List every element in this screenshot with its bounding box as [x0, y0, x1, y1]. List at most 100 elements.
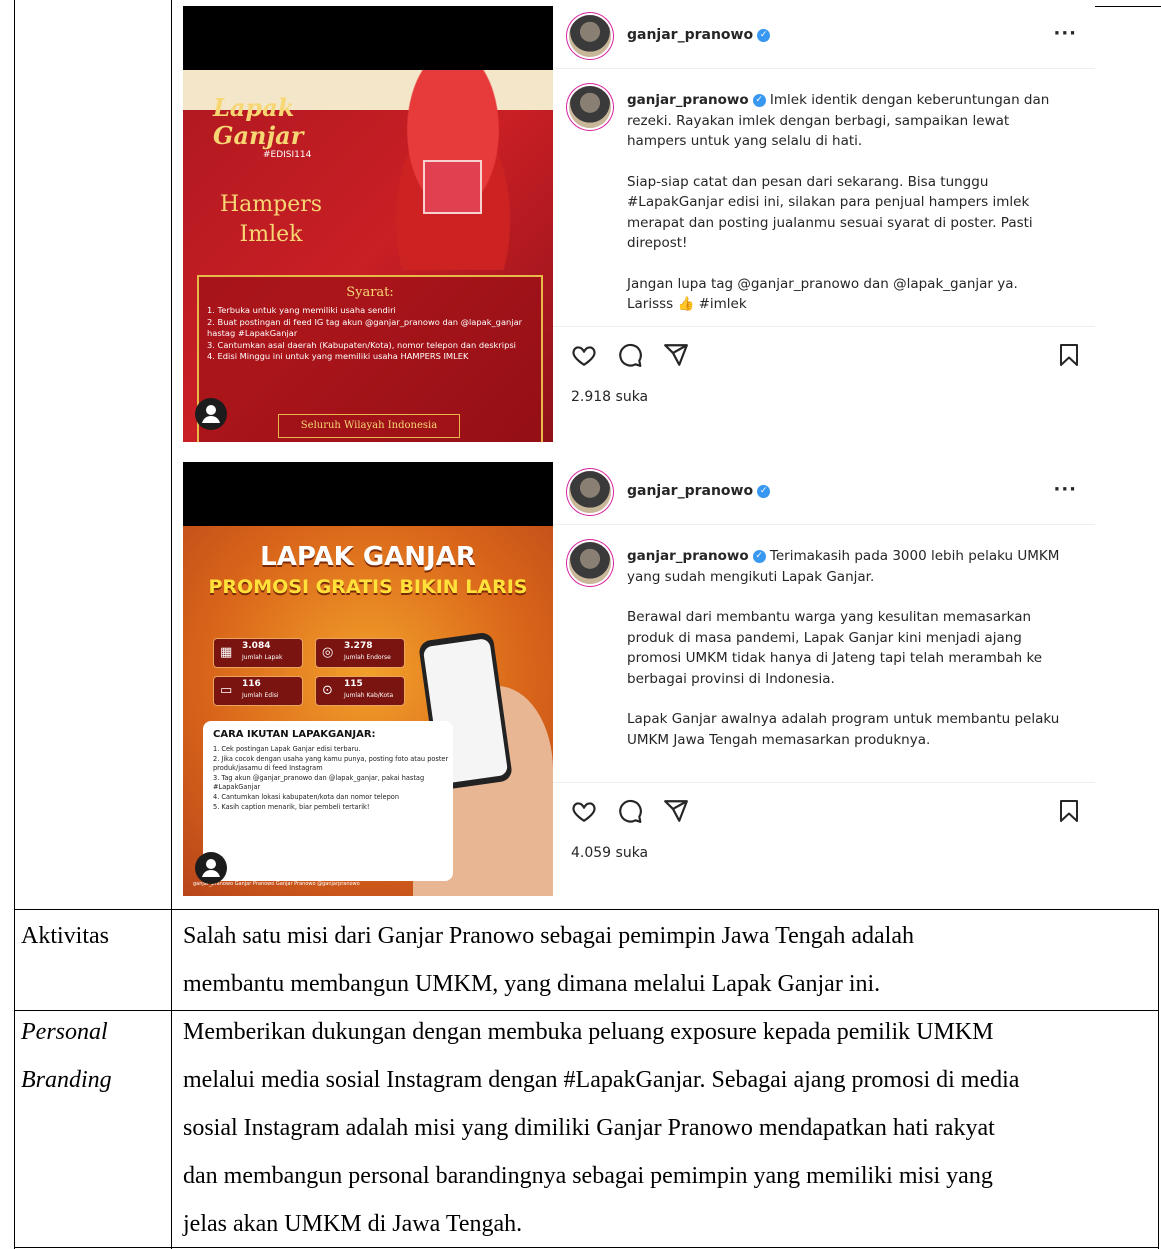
label-line: Personal — [21, 1019, 108, 1045]
likes-count[interactable]: 4.059 suka — [571, 845, 648, 861]
location-pin-icon: ⊙ — [322, 683, 333, 698]
tagged-user-icon[interactable] — [195, 398, 227, 430]
more-options-icon[interactable]: ··· — [1053, 479, 1077, 500]
poster-edition: #EDISI114 — [263, 150, 312, 160]
post-username[interactable]: ganjar_pranowo ✓ — [627, 483, 771, 499]
text-line: jelas akan UMKM di Jawa Tengah. — [183, 1211, 523, 1237]
share-icon[interactable] — [663, 798, 689, 824]
caption-paragraph: ganjar_pranowo ✓ Imlek identik dengan keb… — [627, 90, 1067, 152]
heart-icon[interactable] — [571, 342, 597, 368]
caption-paragraph: Jangan lupa tag @ganjar_pranowo dan @lap… — [627, 275, 1018, 313]
text-line: Memberikan dukungan dengan membuka pelua… — [183, 1019, 994, 1045]
cara-item: 5. Kasih caption menarik, biar pembeli t… — [213, 802, 370, 811]
cara-item: 3. Tag akun @ganjar_pranowo dan @lapak_g… — [213, 773, 425, 792]
instagram-post-2: LAPAK GANJAR PROMOSI GRATIS BIKIN LARIS … — [183, 462, 1095, 898]
post-username[interactable]: ganjar_pranowo ✓ — [627, 27, 771, 43]
action-divider — [553, 326, 1095, 327]
text-line: membantu membangun UMKM, yang dimana mel… — [183, 971, 881, 997]
poster-subtitle: PROMOSI GRATIS BIKIN LARIS — [208, 576, 528, 598]
username-text: ganjar_pranowo — [627, 27, 754, 43]
avatar[interactable] — [569, 15, 611, 57]
poster-heading: Hampers Imlek — [219, 192, 323, 247]
tagged-user-icon[interactable] — [195, 852, 227, 884]
cara-item: 4. Cantumkan lokasi kabupaten/kota dan n… — [213, 792, 400, 801]
syarat-list: 1. Terbuka untuk yang memiliki usaha sen… — [207, 305, 537, 363]
table-left-border — [14, 0, 15, 1249]
table-column-divider — [171, 0, 172, 1249]
caption-paragraph: Lapak Ganjar awalnya adalah program untu… — [627, 711, 1060, 748]
post-header: ganjar_pranowo ✓ ··· — [553, 462, 1095, 525]
caption-avatar[interactable] — [569, 542, 611, 584]
caption-username[interactable]: ganjar_pranowo — [627, 92, 749, 108]
stat-card: ▦ 3.084 Jumlah Lapak — [213, 638, 303, 668]
syarat-item: 2. Buat postingan di feed IG tag akun @g… — [207, 316, 523, 339]
action-divider — [553, 782, 1095, 783]
poster-title: LAPAK GANJAR — [260, 542, 476, 572]
avatar[interactable] — [569, 471, 611, 513]
caption-username[interactable]: ganjar_pranowo — [627, 548, 749, 564]
cara-item: 2. Jika cocok dengan usaha yang kamu pun… — [213, 754, 449, 773]
poster-title: Lapak Ganjar — [213, 93, 304, 150]
likes-count[interactable]: 2.918 suka — [571, 389, 648, 405]
gift-box-icon — [423, 160, 482, 214]
text-line: sosial Instagram adalah misi yang dimili… — [183, 1115, 995, 1141]
syarat-title: Syarat: — [346, 285, 394, 300]
stat-label: Jumlah Lapak — [242, 654, 283, 661]
row-content-aktivitas: Salah satu misi dari Ganjar Pranowo seba… — [183, 912, 1153, 1008]
instagram-post-1: Lapak Ganjar #EDISI114 Hampers Imlek Sya… — [183, 6, 1095, 442]
stat-label: Jumlah Edisi — [242, 692, 279, 699]
post-image: LAPAK GANJAR PROMOSI GRATIS BIKIN LARIS … — [183, 462, 553, 898]
caption-paragraph: Siap-siap catat dan pesan dari sekarang.… — [627, 173, 1033, 252]
caption-paragraph: ganjar_pranowo ✓ Terimakasih pada 3000 le… — [627, 546, 1067, 587]
redaction-bar — [183, 462, 553, 526]
text-line: melalui media sosial Instagram dengan #L… — [183, 1067, 1020, 1093]
heart-icon[interactable] — [571, 798, 597, 824]
comment-icon[interactable] — [617, 798, 643, 824]
poster-footer: Seluruh Wilayah Indonesia — [278, 414, 460, 438]
stat-value: 116 — [242, 679, 261, 689]
syarat-item: 3. Cantumkan asal daerah (Kabupaten/Kota… — [207, 339, 516, 350]
stat-label: Jumlah Kab/Kota — [344, 692, 394, 699]
stat-label: Jumlah Endorse — [344, 654, 391, 661]
row-divider-1 — [14, 909, 1159, 910]
bookmark-icon[interactable] — [1057, 798, 1081, 824]
verified-badge-icon: ✓ — [757, 28, 771, 42]
instagram-icon: ◎ — [322, 645, 334, 660]
caption-avatar[interactable] — [569, 86, 611, 128]
verified-badge-icon: ✓ — [752, 549, 766, 563]
syarat-item: 1. Terbuka untuk yang memiliki usaha sen… — [207, 305, 396, 315]
row-content-personal-branding: Memberikan dukungan dengan membuka pelua… — [183, 1008, 1153, 1248]
table-top-border — [1095, 6, 1161, 7]
bookmark-icon[interactable] — [1057, 342, 1081, 368]
verified-badge-icon: ✓ — [752, 93, 766, 107]
post-side-panel: ganjar_pranowo ✓ ··· ganjar_pranowo ✓ Imle… — [553, 6, 1095, 442]
verified-badge-icon: ✓ — [757, 484, 771, 498]
stat-card: ◎ 3.278 Jumlah Endorse — [315, 638, 405, 668]
post-image: Lapak Ganjar #EDISI114 Hampers Imlek Sya… — [183, 6, 553, 442]
calendar-icon: ▭ — [220, 683, 233, 698]
share-icon[interactable] — [663, 342, 689, 368]
stat-card: ▭ 116 Jumlah Edisi — [213, 676, 303, 706]
cara-ikutan-box: CARA IKUTAN LAPAKGANJAR: 1. Cek postinga… — [203, 721, 453, 881]
row-label-aktivitas: Aktivitas — [21, 923, 109, 949]
cara-list: 1. Cek postingan Lapak Ganjar edisi terb… — [213, 745, 453, 812]
label-line: Branding — [21, 1067, 112, 1093]
more-options-icon[interactable]: ··· — [1053, 23, 1077, 44]
redaction-bar — [183, 6, 553, 70]
post-caption: ganjar_pranowo ✓ Imlek identik dengan keb… — [627, 90, 1067, 335]
poster-footer: ganjar_pranowo Ganjar Pranowo Ganjar Pra… — [193, 881, 360, 887]
post-actions — [571, 342, 1081, 372]
post-caption: ganjar_pranowo ✓ Terimakasih pada 3000 le… — [627, 546, 1067, 772]
text-line: Salah satu misi dari Ganjar Pranowo seba… — [183, 923, 915, 949]
text-line: dan membangun personal barandingnya seba… — [183, 1163, 993, 1189]
stat-value: 115 — [344, 679, 363, 689]
table-right-border — [1158, 910, 1159, 1249]
store-icon: ▦ — [220, 645, 233, 660]
stat-card: ⊙ 115 Jumlah Kab/Kota — [315, 676, 405, 706]
cara-item: 1. Cek postingan Lapak Ganjar edisi terb… — [213, 745, 361, 753]
stat-value: 3.084 — [242, 641, 271, 651]
syarat-item: 4. Edisi Minggu ini untuk yang memiliki … — [207, 351, 469, 361]
comment-icon[interactable] — [617, 342, 643, 368]
caption-paragraph: Berawal dari membantu warga yang kesulit… — [627, 609, 1043, 687]
row-label-personal-branding: Personal Branding — [21, 1008, 112, 1104]
